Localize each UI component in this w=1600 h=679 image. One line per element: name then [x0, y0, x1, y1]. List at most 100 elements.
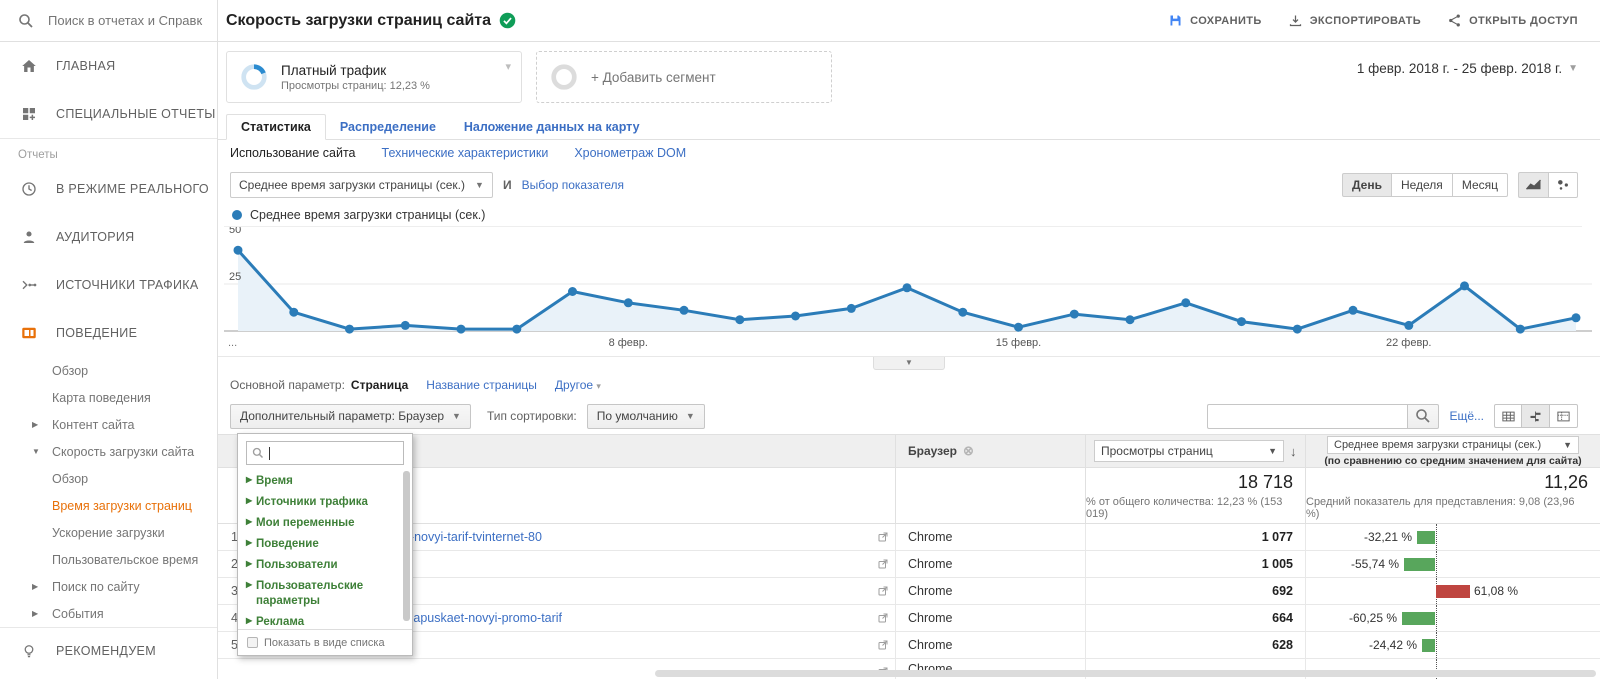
collapse-arrow-icon[interactable]: ▼: [32, 447, 40, 456]
sidebar-subitem[interactable]: ▼ Скорость загрузки сайта: [0, 438, 217, 465]
segment-area: Платный трафик Просмотры страниц: 12,23 …: [218, 42, 1600, 114]
dimension-category[interactable]: ▶ Пользовательские параметры: [246, 576, 412, 612]
segment-card[interactable]: Платный трафик Просмотры страниц: 12,23 …: [226, 51, 522, 103]
action-share[interactable]: ОТКРЫТЬ ДОСТУП: [1447, 13, 1578, 28]
metric-picker-link[interactable]: Выбор показателя: [522, 178, 624, 192]
avg-metric-select[interactable]: Среднее время загрузки страницы (сек.) ▼: [1327, 435, 1579, 454]
dimension-page-title[interactable]: Название страницы: [426, 378, 537, 392]
chevron-down-icon[interactable]: ▾: [505, 60, 511, 73]
granularity-button[interactable]: Месяц: [1452, 173, 1508, 197]
dropdown-search-input[interactable]: [275, 446, 395, 460]
chevron-down-icon: ▼: [1568, 63, 1578, 74]
subtab[interactable]: Использование сайта: [230, 146, 356, 160]
sort-type-button[interactable]: По умолчанию ▼: [586, 403, 705, 429]
sidebar-item[interactable]: АДМИНИСТРАТОР: [0, 674, 217, 679]
more-link[interactable]: Ещё...: [1449, 409, 1484, 423]
table-view-button[interactable]: [1494, 404, 1522, 428]
dimension-category[interactable]: ▶ Поведение: [246, 534, 412, 555]
subtab[interactable]: Хронометраж DOM: [574, 146, 686, 160]
sidebar-subitem[interactable]: Обзор: [0, 465, 217, 492]
add-segment-button[interactable]: + Добавить сегмент: [536, 51, 832, 103]
list-view-checkbox[interactable]: [247, 637, 258, 648]
sidebar-item[interactable]: СПЕЦИАЛЬНЫЕ ОТЧЕТЫ: [0, 90, 217, 138]
secondary-dimension-button[interactable]: Дополнительный параметр: Браузер ▼: [230, 403, 471, 429]
tab[interactable]: Наложение данных на карту: [450, 115, 654, 139]
sidebar-search[interactable]: [0, 0, 217, 42]
dimension-category[interactable]: ▶ Мои переменные: [246, 513, 412, 534]
summary-avg-note: Средний показатель для представления: 9,…: [1306, 495, 1575, 520]
metric-select-value: Среднее время загрузки страницы (сек.): [239, 178, 466, 192]
sidebar-subitem[interactable]: ▶ Контент сайта: [0, 411, 217, 438]
svg-text:50: 50: [229, 227, 241, 236]
sidebar-subitem[interactable]: Карта поведения: [0, 384, 217, 411]
sidebar-subitem[interactable]: ▶ Поиск по сайту: [0, 573, 217, 600]
sidebar-item[interactable]: РЕКОМЕНДУЕМ: [0, 628, 217, 674]
views-metric-select[interactable]: Просмотры страниц ▼: [1094, 440, 1284, 462]
remove-dimension-icon[interactable]: ⊗: [963, 443, 974, 459]
granularity-button[interactable]: День: [1341, 173, 1392, 197]
dimension-category[interactable]: ▶ Источники трафика: [246, 492, 412, 513]
granularity-button[interactable]: Неделя: [1391, 173, 1453, 197]
subtab[interactable]: Технические характеристики: [382, 146, 549, 160]
action-label: СОХРАНИТЬ: [1190, 14, 1262, 27]
expand-arrow-icon[interactable]: ▶: [32, 609, 38, 618]
sidebar-item[interactable]: В РЕЖИМЕ РЕАЛЬНОГО: [0, 165, 217, 213]
sidebar-item[interactable]: АУДИТОРИЯ: [0, 213, 217, 261]
browser-cell: Chrome: [895, 551, 1085, 577]
table-search-button[interactable]: [1407, 403, 1440, 429]
external-link-icon[interactable]: [877, 531, 889, 543]
dimension-category[interactable]: ▶ Реклама: [246, 612, 412, 629]
sidebar-subitem[interactable]: Пользовательское время: [0, 546, 217, 573]
sidebar-subitem[interactable]: Обзор: [0, 357, 217, 384]
tab[interactable]: Статистика: [226, 114, 326, 140]
comparison-view-button[interactable]: [1522, 404, 1550, 428]
avg-header-subtitle: (по сравнению со средним значением для с…: [1324, 454, 1582, 467]
sidebar-item[interactable]: ПОВЕДЕНИЕ: [0, 309, 217, 357]
dropdown-search[interactable]: [246, 441, 404, 465]
chart-collapse-handle[interactable]: ▼: [873, 357, 945, 370]
segment-donut-icon: [239, 62, 269, 92]
horizontal-scrollbar[interactable]: [655, 670, 1596, 677]
dimension-page[interactable]: Страница: [351, 378, 408, 392]
browser-column-header: Браузер ⊗: [895, 435, 1085, 467]
sidebar-search-input[interactable]: [48, 13, 213, 28]
dimension-other[interactable]: Другое ▾: [555, 378, 601, 392]
date-range-selector[interactable]: 1 февр. 2018 г. - 25 февр. 2018 г. ▼: [1357, 51, 1578, 76]
pivot-view-button[interactable]: [1550, 404, 1578, 428]
dropdown-scrollbar[interactable]: [403, 471, 410, 621]
dimension-category[interactable]: ▶ Время: [246, 471, 412, 492]
external-link-icon[interactable]: [877, 585, 889, 597]
sidebar-subitem[interactable]: ▶ События: [0, 600, 217, 627]
external-link-icon[interactable]: [877, 558, 889, 570]
external-link-icon[interactable]: [877, 612, 889, 624]
sidebar-item[interactable]: ИСТОЧНИКИ ТРАФИКА: [0, 261, 217, 309]
sidebar-item[interactable]: ГЛАВНАЯ: [0, 42, 217, 90]
expand-arrow-icon: ▶: [246, 615, 253, 625]
sort-descending-icon[interactable]: ↓: [1290, 444, 1297, 459]
chart-svg: 25 50... 8 февр. 15 февр. 22 февр.: [224, 227, 1592, 349]
analytics-app: ГЛАВНАЯ СПЕЦИАЛЬНЫЕ ОТЧЕТЫ Отчеты В РЕЖИМ…: [0, 0, 1600, 679]
action-save[interactable]: СОХРАНИТЬ: [1168, 13, 1262, 28]
motion-chart-view-button[interactable]: [1548, 172, 1578, 198]
pct-label: -60,25 %: [1348, 611, 1397, 625]
action-export[interactable]: ЭКСПОРТИРОВАТЬ: [1288, 13, 1421, 28]
expand-arrow-icon[interactable]: ▶: [32, 420, 38, 429]
dimension-category[interactable]: ▶ Пользователи: [246, 555, 412, 576]
sidebar-subitem[interactable]: Время загрузки страниц: [0, 492, 217, 519]
acquisition-icon: [18, 276, 40, 294]
timeseries-chart[interactable]: 25 50... 8 февр. 15 февр. 22 февр.: [224, 226, 1592, 356]
expand-arrow-icon: ▶: [246, 495, 253, 505]
views-header-label: Просмотры страниц: [1101, 444, 1213, 458]
comparison-bar-negative: [1417, 531, 1435, 544]
expand-arrow-icon[interactable]: ▶: [32, 582, 38, 591]
table-row: 1 no-novyi-tarif-tvinternet-80 Chrome 1 077…: [218, 524, 1600, 551]
external-link-icon[interactable]: [877, 639, 889, 651]
pct-label: -55,74 %: [1350, 557, 1399, 571]
metric-select[interactable]: Среднее время загрузки страницы (сек.) ▼: [230, 172, 493, 198]
line-chart-view-button[interactable]: [1518, 172, 1548, 198]
export-icon: [1288, 13, 1303, 28]
table-search-input[interactable]: [1207, 403, 1408, 429]
sidebar-subitem[interactable]: Ускорение загрузки: [0, 519, 217, 546]
tab[interactable]: Распределение: [326, 115, 450, 139]
main-content: Скорость загрузки страниц сайта СОХРАНИТ…: [218, 0, 1600, 679]
